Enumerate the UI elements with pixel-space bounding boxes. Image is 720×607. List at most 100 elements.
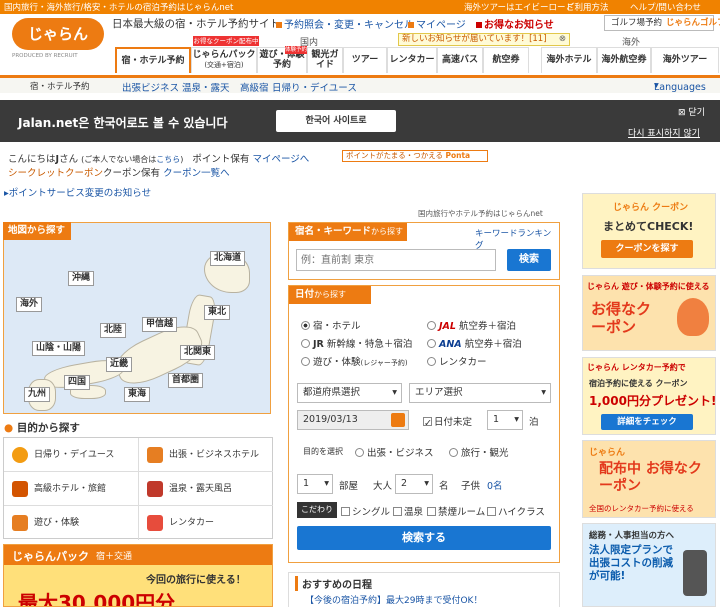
- nights-select[interactable]: 1 ▾: [487, 410, 523, 430]
- mypage-link-text[interactable]: マイページ: [416, 20, 466, 31]
- region-tokai[interactable]: 東海: [124, 387, 151, 402]
- subnav-luxury[interactable]: 高級宿: [240, 80, 269, 94]
- date-undecided-checkbox[interactable]: ✓: [423, 417, 432, 429]
- option-jr[interactable]: JR 新幹線・特急＋宿泊: [301, 336, 412, 350]
- radio-business[interactable]: [355, 448, 364, 457]
- region-overseas[interactable]: 海外: [16, 297, 43, 312]
- ad1-button[interactable]: クーポンを探す: [601, 240, 693, 258]
- tab-air[interactable]: 航空券: [483, 47, 529, 73]
- languages-link[interactable]: Languages ▾: [654, 80, 706, 93]
- option-hotel[interactable]: 宿・ホテル: [301, 318, 361, 332]
- purpose-tourism-opt[interactable]: 旅行・観光: [461, 448, 509, 459]
- purpose-activity[interactable]: 遊び・体験: [4, 506, 139, 540]
- korean-site-button[interactable]: 한국어 사이트로: [276, 110, 396, 132]
- option-rentacar[interactable]: レンタカー: [427, 354, 487, 368]
- option-jr-label[interactable]: 新幹線・特急＋宿泊: [327, 339, 413, 350]
- child-link[interactable]: 0名: [487, 478, 503, 492]
- check-single-label[interactable]: シングル: [352, 507, 390, 518]
- radio-jr[interactable]: [301, 339, 310, 348]
- check-onsen-box[interactable]: [393, 507, 402, 516]
- region-shutoken[interactable]: 首都圏: [168, 373, 204, 388]
- ad-coupon-check[interactable]: じゃらん クーポン まとめてCHECK! クーポンを探す: [582, 193, 716, 269]
- adults-select[interactable]: 2 ▾: [395, 474, 433, 494]
- abroad-link[interactable]: 海外ツアーはエイビーロード: [464, 1, 574, 13]
- purpose-onsen[interactable]: 温泉・露天風呂: [139, 472, 273, 506]
- pack-banner[interactable]: じゃらんパック 宿＋交通 今回の旅行に使える！ 最大30,000円分: [3, 544, 273, 607]
- help-link[interactable]: ヘルプ/問い合わせ: [630, 1, 701, 13]
- ad-activity-coupon[interactable]: じゃらん 遊び・体験予約に使える お得なクーポン: [582, 275, 716, 351]
- close-icon[interactable]: ⊗: [559, 34, 566, 45]
- point-notice[interactable]: ▸ポイントサービス変更のお知らせ: [4, 185, 151, 199]
- purpose-rentacar-label[interactable]: レンタカー: [169, 518, 214, 528]
- radio-rentacar[interactable]: [427, 357, 436, 366]
- subnav-onsen-link[interactable]: 温泉・露天: [182, 83, 230, 94]
- region-koshinetsu[interactable]: 甲信越: [142, 317, 178, 332]
- purpose-luxury-label[interactable]: 高級ホテル・旅館: [34, 484, 106, 494]
- region-kinki[interactable]: 近畿: [106, 357, 133, 372]
- check-nosmoking-label[interactable]: 禁煙ルーム: [438, 507, 485, 518]
- check-nosmoking-box[interactable]: [427, 507, 436, 516]
- news-link[interactable]: お得なお知らせ: [476, 16, 554, 31]
- banner-close-label[interactable]: 닫기: [688, 108, 705, 118]
- radio-activity[interactable]: [301, 357, 310, 366]
- date-input[interactable]: 2019/03/13: [297, 410, 409, 430]
- not-you-link[interactable]: こちら: [156, 155, 180, 164]
- check-single[interactable]: シングル: [341, 504, 390, 518]
- rooms-value[interactable]: 1: [303, 478, 309, 489]
- purpose-luxury[interactable]: 高級ホテル・旅館: [4, 472, 139, 506]
- tab-bus[interactable]: 高速バス: [437, 47, 483, 73]
- region-hokuriku[interactable]: 北陸: [100, 323, 127, 338]
- subnav-onsen[interactable]: 温泉・露天: [182, 80, 230, 94]
- rooms-select[interactable]: 1 ▾: [297, 474, 333, 494]
- tab-overseas-hotel[interactable]: 海外ホテル: [541, 47, 597, 73]
- subnav-business-link[interactable]: 出張ビジネス: [122, 83, 179, 94]
- mypage-link-2[interactable]: マイページへ: [252, 154, 309, 165]
- purpose-dayuse[interactable]: 日帰り・デイユース: [4, 438, 139, 472]
- languages-label[interactable]: Languages: [654, 82, 706, 93]
- check-onsen-label[interactable]: 温泉: [404, 507, 423, 518]
- purpose-onsen-label[interactable]: 温泉・露天風呂: [169, 484, 232, 494]
- notice-bar[interactable]: 新しいお知らせが届いています！[11] ⊗: [398, 33, 570, 46]
- point-notice-link[interactable]: ポイントサービス変更のお知らせ: [9, 188, 151, 199]
- purpose-tourism-radio[interactable]: 旅行・観光: [449, 445, 509, 459]
- check-highclass-label[interactable]: ハイクラス: [498, 507, 545, 518]
- ad-business[interactable]: 総務・人事担当の方へ 法人限定プランで出張コストの削減が可能!: [582, 523, 716, 607]
- ponta-banner[interactable]: ポイントがたまる・つかえる Ponta: [342, 150, 488, 162]
- ad-rentacar[interactable]: じゃらん レンタカー予約で 宿泊予約に使える クーポン 1,000円分プレゼント…: [582, 357, 716, 435]
- area-select-value[interactable]: エリア選択: [415, 387, 463, 398]
- banner-close[interactable]: ⊠ 닫기: [678, 105, 705, 118]
- option-jal-label[interactable]: 航空券＋宿泊: [459, 321, 516, 332]
- coupon-list-link[interactable]: クーポン一覧へ: [163, 168, 230, 179]
- option-ana[interactable]: ANA 航空券＋宿泊: [427, 336, 522, 350]
- purpose-business-label[interactable]: 出張・ビジネスホテル: [169, 450, 259, 460]
- jalan-logo[interactable]: じゃらん: [12, 18, 104, 50]
- keyword-search-button[interactable]: 検索: [507, 249, 551, 271]
- tab-overseas-tour[interactable]: 海外ツアー: [651, 47, 719, 73]
- option-activity[interactable]: 遊び・体験(レジャー予約): [301, 354, 408, 368]
- option-activity-label[interactable]: 遊び・体験: [313, 357, 361, 368]
- date-undecided-label[interactable]: 日付未定: [434, 417, 472, 428]
- prefecture-select-value[interactable]: 都道府県選択: [303, 387, 360, 398]
- keyword-input[interactable]: [296, 249, 496, 271]
- mypage-link[interactable]: マイページ: [408, 16, 466, 31]
- check-nosmoking[interactable]: 禁煙ルーム: [427, 504, 485, 518]
- nights-value[interactable]: 1: [493, 414, 499, 425]
- region-hokkaido[interactable]: 北海道: [210, 251, 246, 266]
- region-kyushu[interactable]: 九州: [24, 387, 51, 402]
- golf-button[interactable]: ゴルフ場予約 じゃらんゴルフ: [604, 15, 720, 31]
- tab-rentacar[interactable]: レンタカー: [387, 47, 437, 73]
- radio-tourism[interactable]: [449, 448, 458, 457]
- region-kitakanto[interactable]: 北関東: [180, 345, 216, 360]
- region-shikoku[interactable]: 四国: [64, 375, 91, 390]
- usage-link[interactable]: ご利用方法: [566, 1, 609, 13]
- region-sanin[interactable]: 山陰・山陽: [32, 341, 86, 356]
- radio-ana[interactable]: [427, 339, 436, 348]
- check-highclass-box[interactable]: [487, 507, 496, 516]
- subnav-dayuse[interactable]: 日帰り・デイユース: [272, 80, 357, 94]
- adults-value[interactable]: 2: [401, 478, 407, 489]
- recommend-item[interactable]: 【今後の宿泊予約】最大29時まで受付OK！: [305, 593, 482, 606]
- purpose-business-opt[interactable]: 出張・ビジネス: [367, 448, 434, 459]
- ad-rentacar-coupon[interactable]: じゃらん 配布中 お得なクーポン 全国のレンタカー予約に使える: [582, 440, 716, 518]
- option-ana-label[interactable]: 航空券＋宿泊: [465, 339, 522, 350]
- purpose-dayuse-label[interactable]: 日帰り・デイユース: [34, 450, 114, 460]
